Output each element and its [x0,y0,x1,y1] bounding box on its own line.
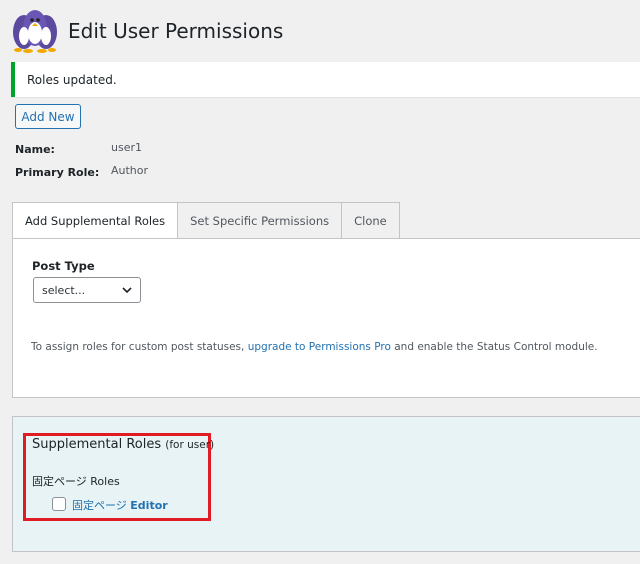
post-type-select[interactable]: select... [33,277,141,303]
supplemental-roles-title: Supplemental Roles (for user) [32,437,215,452]
post-type-selected-value: select... [42,283,86,297]
add-new-button[interactable]: Add New [15,104,81,129]
role-group-label: 固定ページ Roles [32,475,120,488]
page-title: Edit User Permissions [68,19,284,43]
chevron-down-icon [122,287,132,294]
editor-role-checkbox[interactable] [52,497,66,511]
tab-panel: Post Type select... To assign roles for … [12,238,640,398]
notice-text: Roles updated. [27,72,117,87]
editor-role-label[interactable]: 固定ページ Editor [72,497,168,513]
name-label: Name: [15,143,55,156]
supplemental-roles-box: Supplemental Roles (for user) 固定ページ Role… [12,416,640,552]
tab-set-specific-permissions[interactable]: Set Specific Permissions [177,202,342,239]
primary-role-value: Author [111,164,149,177]
permission-tabs: Add Supplemental Roles Set Specific Perm… [12,202,400,239]
upgrade-link[interactable]: upgrade to Permissions Pro [248,341,391,353]
upsell-message: To assign roles for custom post statuses… [31,341,598,353]
title-suffix: (for user) [165,439,215,451]
tab-clone[interactable]: Clone [341,202,400,239]
post-type-label: Post Type [32,259,95,273]
penguins-logo-icon [13,10,57,53]
name-value: user1 [111,141,142,154]
page-header: Edit User Permissions [10,8,283,54]
tab-add-supplemental-roles[interactable]: Add Supplemental Roles [12,202,178,239]
success-notice: Roles updated. [11,62,640,97]
primary-role-label: Primary Role: [15,166,100,179]
